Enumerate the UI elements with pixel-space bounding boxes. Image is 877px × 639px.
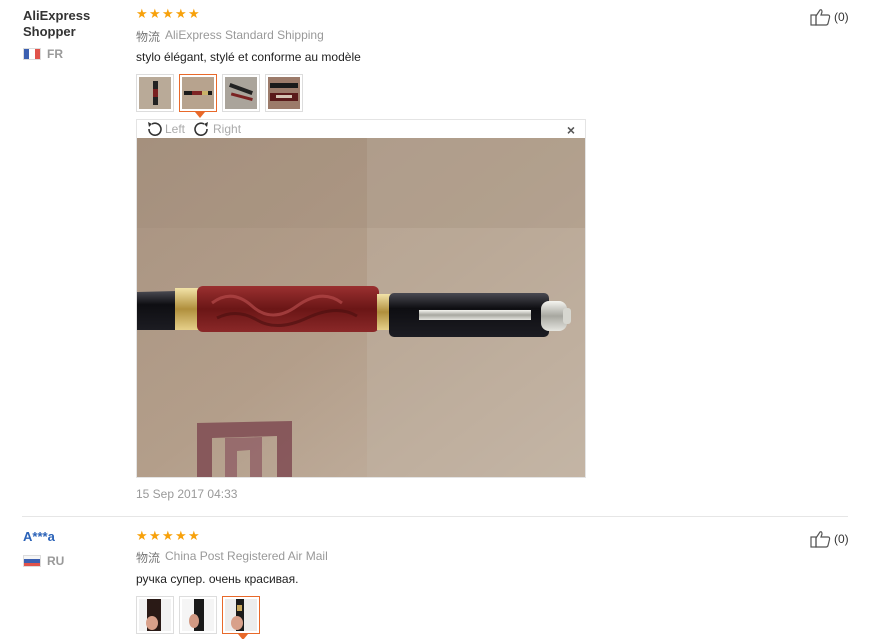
close-icon[interactable]: × xyxy=(567,122,575,138)
reviewer-name: AliExpress Shopper xyxy=(23,8,91,39)
reviewer-country: RU xyxy=(23,554,64,568)
star-icon: ★ xyxy=(149,6,161,21)
star-icon: ★ xyxy=(188,6,200,21)
rotate-right-button[interactable]: Right xyxy=(193,121,241,137)
shipping-method: 物流 China Post Registered Air Mail xyxy=(136,549,328,565)
review-thumbnail[interactable] xyxy=(136,596,174,634)
rotate-left-button[interactable]: Left xyxy=(145,121,185,137)
rotate-left-icon xyxy=(148,122,162,136)
helpful-button[interactable]: (0) xyxy=(810,8,849,26)
rating-stars: ★ ★ ★ ★ ★ xyxy=(136,528,200,543)
image-viewer: Left Right × xyxy=(136,119,586,478)
review-thumbnail[interactable] xyxy=(222,74,260,112)
reviewer-name[interactable]: A***a xyxy=(23,529,55,545)
review-thumbnails xyxy=(136,74,303,118)
star-icon: ★ xyxy=(149,528,161,543)
star-icon: ★ xyxy=(136,528,148,543)
france-flag-icon xyxy=(23,48,41,60)
review-item: A***a RU ★ ★ ★ ★ ★ 物流 China Post Registe… xyxy=(0,517,877,639)
review-item: AliExpress Shopper FR ★ ★ ★ ★ ★ 物流 AliEx… xyxy=(0,0,877,516)
review-photo xyxy=(137,138,585,477)
star-icon: ★ xyxy=(175,6,187,21)
star-icon: ★ xyxy=(136,6,148,21)
star-icon: ★ xyxy=(175,528,187,543)
thumbs-up-icon xyxy=(810,531,831,548)
rating-stars: ★ ★ ★ ★ ★ xyxy=(136,6,200,21)
review-text: ручка супер. очень красивая. xyxy=(136,572,299,586)
thumbs-up-icon xyxy=(810,9,831,26)
country-code: RU xyxy=(47,554,65,568)
star-icon: ★ xyxy=(162,528,174,543)
helpful-button[interactable]: (0) xyxy=(810,530,849,548)
image-viewer-toolbar: Left Right × xyxy=(137,120,585,138)
review-thumbnail[interactable] xyxy=(265,74,303,112)
star-icon: ★ xyxy=(162,6,174,21)
star-icon: ★ xyxy=(188,528,200,543)
review-thumbnail[interactable] xyxy=(136,74,174,112)
review-thumbnail-active[interactable] xyxy=(179,74,217,118)
reviewer-country: FR xyxy=(23,47,63,61)
review-thumbnail-active[interactable] xyxy=(222,596,260,639)
review-thumbnail[interactable] xyxy=(179,596,217,634)
shipping-method: 物流 AliExpress Standard Shipping xyxy=(136,28,324,44)
review-text: stylo élégant, stylé et conforme au modè… xyxy=(136,50,361,64)
rotate-right-icon xyxy=(194,122,209,136)
review-date: 15 Sep 2017 04:33 xyxy=(136,487,238,501)
country-code: FR xyxy=(47,47,63,61)
review-thumbnails xyxy=(136,596,260,639)
russia-flag-icon xyxy=(23,555,41,567)
